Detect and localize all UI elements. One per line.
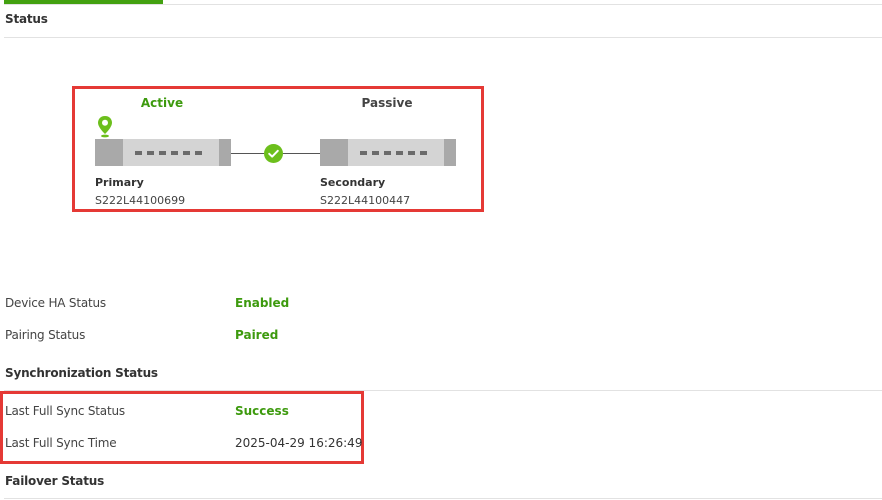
check-circle-icon: [264, 144, 283, 163]
last-full-sync-time-label: Last Full Sync Time: [5, 436, 117, 450]
secondary-state-label: Passive: [361, 96, 413, 110]
secondary-role-label: Secondary: [320, 176, 386, 189]
ha-status-page: Status Active Passive Primary S222L44100…: [0, 0, 882, 500]
secondary-serial: S222L44100447: [320, 194, 411, 207]
sync-status-highlight: [0, 391, 364, 464]
last-full-sync-time-value: 2025-04-29 16:26:49: [235, 436, 363, 450]
device-ha-status-value: Enabled: [235, 296, 290, 310]
top-divider: [4, 4, 882, 5]
ha-link-line-left: [231, 153, 264, 154]
primary-device-icon: [95, 139, 231, 166]
secondary-device-icon: [320, 139, 456, 166]
last-full-sync-status-label: Last Full Sync Status: [5, 404, 125, 418]
status-section-divider: [4, 37, 882, 38]
device-ha-status-label: Device HA Status: [5, 296, 106, 310]
pairing-status-value: Paired: [235, 328, 279, 342]
ha-link-line-right: [283, 153, 320, 154]
pairing-status-label: Pairing Status: [5, 328, 86, 342]
sync-section-title: Synchronization Status: [5, 366, 158, 380]
location-pin-icon: [96, 115, 114, 139]
last-full-sync-status-value: Success: [235, 404, 289, 418]
failover-section-divider: [4, 498, 882, 499]
primary-state-label: Active: [140, 96, 184, 110]
primary-role-label: Primary: [95, 176, 144, 189]
status-section-title: Status: [5, 12, 48, 26]
failover-section-title: Failover Status: [5, 474, 105, 488]
primary-serial: S222L44100699: [95, 194, 186, 207]
